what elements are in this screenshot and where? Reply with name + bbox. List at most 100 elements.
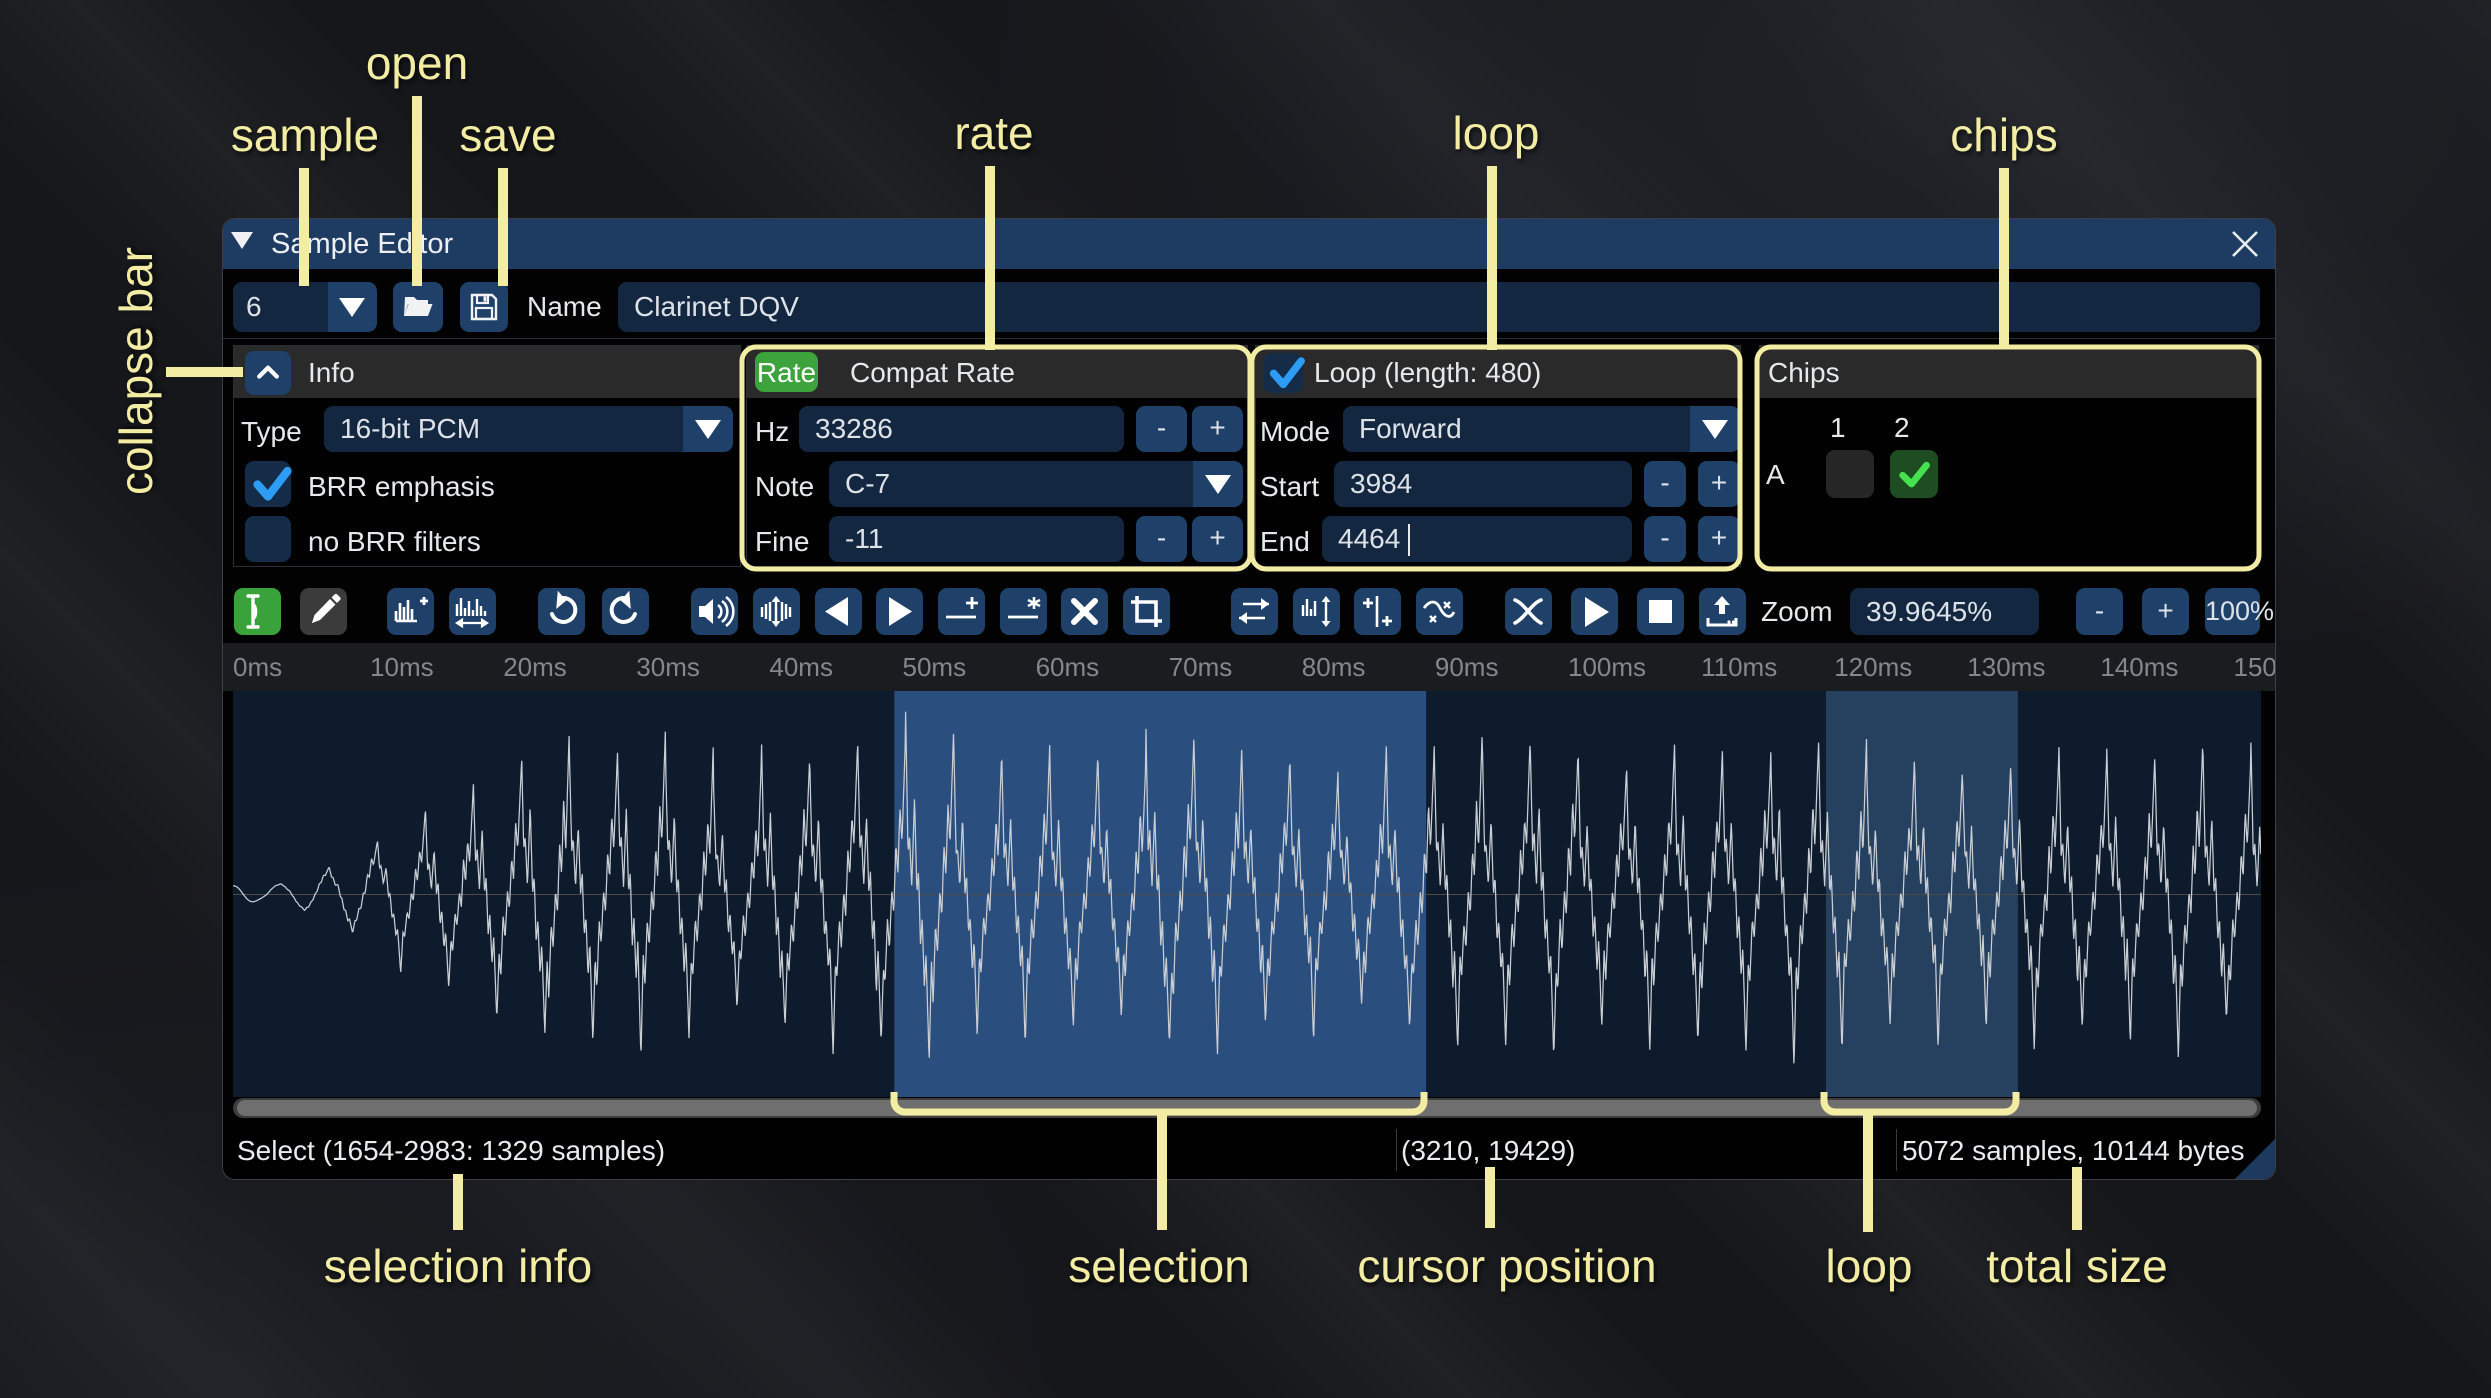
fine-plus-button[interactable]: + (1192, 516, 1243, 562)
fine-input[interactable]: -11 (829, 516, 1124, 562)
note-value: C-7 (845, 468, 891, 499)
loop-end-minus-button[interactable]: - (1644, 516, 1686, 562)
chips-column-2: 2 (1894, 412, 1910, 443)
wave-stretch-icon (454, 598, 490, 629)
amplify-button[interactable] (691, 588, 738, 635)
resample-button[interactable] (449, 588, 496, 635)
chevron-down-icon (1702, 420, 1728, 439)
text-caret (1408, 524, 1410, 556)
annotation-rate: rate (954, 107, 1034, 159)
annotation-selection-info: selection info (323, 1240, 593, 1292)
trim-button[interactable] (1123, 588, 1170, 635)
cursor-position-text: (3210, 19429) (1401, 1135, 1576, 1166)
reverse-button[interactable] (1231, 588, 1278, 635)
ruler-label: 100ms (1568, 652, 1647, 682)
mode-combo[interactable]: Forward (1343, 406, 1690, 452)
resize-grip[interactable] (2235, 1139, 2275, 1179)
waveform-scrollbar-thumb[interactable] (237, 1100, 2257, 1116)
edit-mode-select-button[interactable] (234, 588, 281, 635)
close-icon[interactable] (2229, 228, 2261, 260)
ruler-label: 40ms (769, 652, 833, 682)
type-dropdown-button[interactable] (683, 406, 733, 452)
divider (223, 338, 2275, 339)
apply-silence-button[interactable] (1000, 588, 1047, 635)
ruler-label: 140ms (2100, 652, 2179, 682)
name-input[interactable]: Clarinet DQV (618, 282, 2260, 332)
plus-label: + (1710, 522, 1728, 553)
zoom-reset-button[interactable]: 100% (2205, 588, 2274, 635)
annotation-selection: selection (1068, 1240, 1250, 1292)
preview-button[interactable] (1505, 588, 1552, 635)
loop-start-input[interactable]: 3984 (1334, 461, 1632, 507)
window-title-bar[interactable]: Sample Editor (223, 219, 2275, 269)
zoom-out-button[interactable]: - (2076, 588, 2123, 635)
fine-minus-button[interactable]: - (1136, 516, 1187, 562)
upload-button[interactable] (1699, 588, 1746, 635)
stop-button[interactable] (1637, 588, 1684, 635)
loop-end-input[interactable]: 4464 (1322, 516, 1632, 562)
filter-button[interactable] (1416, 588, 1463, 635)
ruler-label: 120ms (1834, 652, 1913, 682)
annotation-total-size: total size (1986, 1240, 2168, 1292)
zoom-in-button[interactable]: + (2142, 588, 2189, 635)
hz-input[interactable]: 33286 (799, 406, 1124, 452)
mode-dropdown-button[interactable] (1690, 406, 1740, 452)
hz-label: Hz (755, 416, 790, 447)
open-button[interactable] (393, 282, 443, 332)
minus-label: - (1156, 522, 1167, 553)
play-button[interactable] (1571, 588, 1618, 635)
time-ruler[interactable]: 0ms 10ms 20ms 30ms 40ms 50ms 60ms 70ms 80ms 90ms 1… (223, 643, 2275, 691)
annotation-save: save (459, 109, 557, 161)
loop-start-plus-button[interactable]: + (1698, 461, 1740, 507)
brr-emphasis-checkbox[interactable] (245, 461, 292, 507)
hz-plus-button[interactable]: + (1192, 406, 1243, 452)
waveform-display[interactable] (233, 691, 2261, 1097)
filter-wave-icon (1422, 600, 1456, 623)
plus-label: + (2157, 595, 2174, 626)
window-collapse-icon[interactable] (231, 232, 253, 249)
collapse-bar-button[interactable] (245, 351, 291, 395)
check-icon (1269, 357, 1305, 389)
edit-mode-draw-button[interactable] (300, 588, 347, 635)
annotation-cursor-position: cursor position (1357, 1240, 1657, 1292)
zoom-input[interactable]: 39.9645% (1850, 588, 2039, 635)
delete-button[interactable] (1061, 588, 1108, 635)
selection-info-text: Select (1654-2983: 1329 samples) (237, 1135, 666, 1166)
loop-start-minus-button[interactable]: - (1644, 461, 1686, 507)
chips-column-1: 1 (1830, 412, 1846, 443)
zoom-value: 39.9645% (1866, 596, 1993, 627)
fade-in-button[interactable] (815, 588, 862, 635)
loop-end-plus-button[interactable]: + (1698, 516, 1740, 562)
chip-a1-checkbox[interactable] (1826, 450, 1874, 498)
note-dropdown-button[interactable] (1193, 461, 1243, 507)
type-combo[interactable]: 16-bit PCM (324, 406, 683, 452)
stop-icon (1649, 600, 1672, 623)
chip-a2-checkbox[interactable] (1890, 450, 1938, 498)
sign-button[interactable] (1354, 588, 1401, 635)
sample-number-combo[interactable]: 6 (233, 282, 328, 332)
resize-button[interactable] (387, 588, 434, 635)
folder-open-icon (404, 297, 433, 316)
loop-checkbox[interactable] (1263, 353, 1305, 393)
redo-button[interactable] (602, 588, 649, 635)
mode-label: Mode (1260, 416, 1331, 447)
waveform-scrollbar-track[interactable] (233, 1098, 2261, 1118)
fade-out-button[interactable] (876, 588, 923, 635)
undo-button[interactable] (538, 588, 585, 635)
save-button[interactable] (460, 282, 508, 332)
no-brr-filters-checkbox[interactable] (245, 516, 291, 562)
invert-button[interactable] (1293, 588, 1340, 635)
chips-row-label: A (1766, 459, 1785, 490)
insert-silence-button[interactable] (938, 588, 985, 635)
line-plus-icon (946, 597, 978, 619)
line-star-icon (1008, 597, 1041, 619)
sample-number-dropdown-button[interactable] (328, 282, 377, 332)
info-panel-title: Info (308, 357, 355, 388)
hz-minus-button[interactable]: - (1136, 406, 1187, 452)
normalize-button[interactable] (753, 588, 800, 635)
minus-label: - (2094, 595, 2105, 626)
crossed-arrows-icon (1513, 598, 1543, 625)
type-value: 16-bit PCM (340, 413, 481, 444)
note-combo[interactable]: C-7 (829, 461, 1193, 507)
rate-button[interactable]: Rate (755, 352, 818, 392)
